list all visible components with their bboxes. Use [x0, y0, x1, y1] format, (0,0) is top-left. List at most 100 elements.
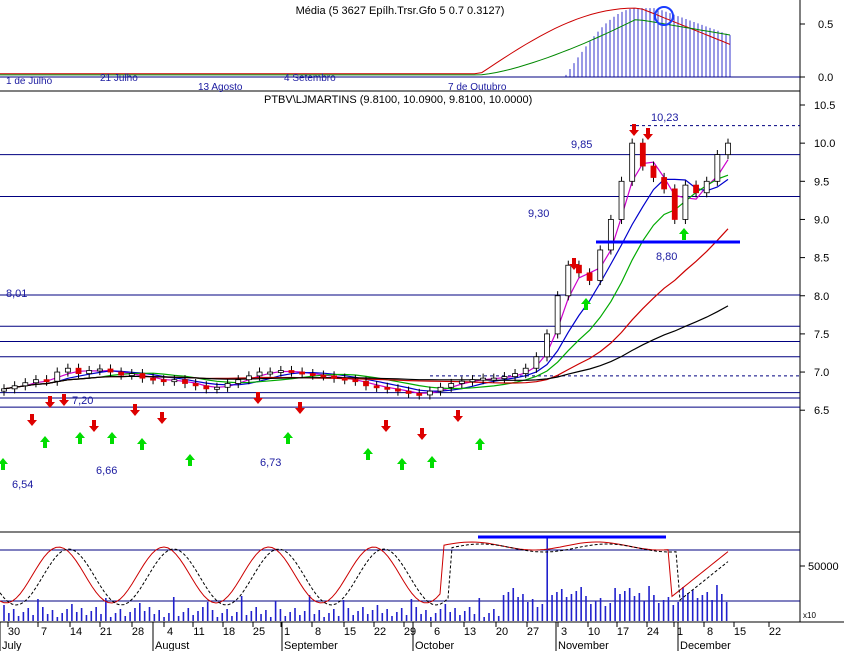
month-label-0: July	[2, 640, 22, 651]
indicator-date-0: 1 de Julho	[6, 76, 53, 87]
candle-body-51	[544, 333, 550, 358]
candle-body-10	[107, 368, 114, 373]
candle-body-53	[565, 264, 572, 297]
annotation-1: 9,85	[571, 139, 592, 151]
candle-body-33	[352, 379, 359, 383]
candle-body-65	[693, 184, 699, 194]
annotation-2: 9,30	[528, 208, 549, 220]
x-tick-label-25: 22	[769, 626, 781, 638]
candle-body-48	[512, 373, 518, 378]
indicator-date-3: 4 Setembro	[284, 73, 336, 84]
candle-body-39	[416, 393, 423, 396]
x-tick-label-15: 13	[464, 626, 476, 638]
price-tick-label-2: 9.5	[814, 176, 829, 188]
candle-body-60	[639, 142, 646, 167]
x-tick-label-10: 8	[315, 626, 321, 638]
candle-body-29	[309, 373, 316, 376]
candle-body-55	[586, 272, 593, 281]
candle-body-38	[405, 390, 412, 394]
x-tick-label-9: 1	[284, 626, 290, 638]
candle-body-18	[192, 383, 199, 387]
price-tick-label-5: 8.0	[814, 291, 829, 303]
candle-body-43	[458, 380, 465, 384]
candle-body-17	[182, 379, 188, 384]
x-tick-label-0: 30	[8, 626, 20, 638]
x-tick-label-7: 18	[223, 626, 235, 638]
candle-body-15	[160, 379, 167, 383]
candle-body-52	[554, 295, 561, 335]
candle-body-14	[150, 377, 156, 381]
indicator-date-4: 7 de Outubro	[448, 82, 507, 93]
candle-body-44	[469, 379, 476, 383]
candle-body-12	[128, 373, 135, 376]
candle-body-41	[437, 386, 444, 392]
candle-body-64	[682, 184, 689, 220]
indicator-title: Média (5 3627 Epílh.Trsr.Gfo 5 0.7 0.312…	[296, 5, 505, 17]
candle-body-42	[448, 383, 455, 388]
x-tick-label-18: 3	[561, 626, 567, 638]
annotation-7: 6,73	[260, 457, 281, 469]
candle-body-5	[54, 371, 61, 382]
scale-note: x10	[803, 611, 816, 620]
price-tick-label-0: 10.5	[814, 100, 835, 112]
annotation-3: 8,80	[656, 251, 677, 263]
candle-body-49	[522, 367, 529, 374]
candle-body-62	[661, 177, 668, 190]
candle-body-67	[714, 154, 721, 182]
indicator-date-1: 21 Julho	[100, 73, 138, 84]
candle-body-19	[203, 385, 210, 390]
candle-body-46	[490, 377, 497, 381]
price-tick-label-8: 6.5	[814, 405, 829, 417]
candle-body-32	[341, 377, 348, 381]
candle-body-37	[395, 388, 401, 392]
x-tick-label-5: 4	[167, 626, 173, 638]
candle-body-54	[576, 264, 582, 274]
candle-body-23	[245, 375, 252, 381]
price-tick-label-1: 10.0	[814, 138, 835, 150]
x-tick-label-4: 28	[132, 626, 144, 638]
month-label-5: December	[680, 640, 731, 651]
x-tick-label-8: 25	[253, 626, 265, 638]
price-title: PTBV\LJMARTINS (9.8100, 10.0900, 9.8100,…	[264, 94, 532, 106]
candle-body-2	[22, 382, 29, 387]
price-tick-label-7: 7.0	[814, 367, 829, 379]
x-tick-label-2: 14	[70, 626, 82, 638]
stock-chart: Média (5 3627 Epílh.Trsr.Gfo 5 0.7 0.312…	[0, 0, 844, 651]
candle-body-3	[33, 379, 39, 384]
annotation-4: 8,01	[6, 288, 27, 300]
candle-body-13	[139, 373, 146, 379]
candle-body-4	[43, 379, 50, 383]
candle-body-20	[214, 386, 220, 390]
annotation-5: 7,20	[72, 395, 93, 407]
x-tick-label-3: 21	[100, 626, 112, 638]
candle-body-1	[11, 385, 18, 390]
candle-body-7	[75, 367, 82, 374]
candle-body-66	[703, 180, 710, 194]
annotation-6: 6,66	[96, 465, 117, 477]
x-tick-label-16: 20	[496, 626, 508, 638]
x-tick-label-6: 11	[193, 626, 204, 638]
candle-body-36	[384, 386, 391, 390]
month-label-3: October	[415, 640, 454, 651]
candle-body-58	[618, 180, 625, 220]
x-tick-label-1: 7	[41, 626, 47, 638]
x-tick-label-24: 15	[734, 626, 746, 638]
candle-body-34	[363, 380, 369, 387]
candle-body-35	[373, 385, 380, 389]
x-tick-label-20: 17	[617, 626, 629, 638]
indicator-date-2: 13 Agosto	[198, 82, 243, 93]
candle-body-57	[607, 219, 614, 251]
candle-body-6	[64, 367, 71, 373]
price-tick-label-6: 7.5	[814, 329, 829, 341]
month-label-2: September	[284, 640, 338, 651]
x-tick-label-21: 24	[647, 626, 659, 638]
month-label-1: August	[155, 640, 189, 651]
candle-body-26	[277, 370, 284, 373]
x-tick-label-19: 10	[588, 626, 600, 638]
indicator-tick-label-0: 0.5	[818, 19, 833, 31]
candle-body-21	[224, 383, 231, 388]
candle-body-16	[171, 379, 178, 383]
candle-body-68	[725, 142, 731, 155]
x-tick-label-12: 22	[374, 626, 386, 638]
candle-body-40	[426, 390, 433, 396]
